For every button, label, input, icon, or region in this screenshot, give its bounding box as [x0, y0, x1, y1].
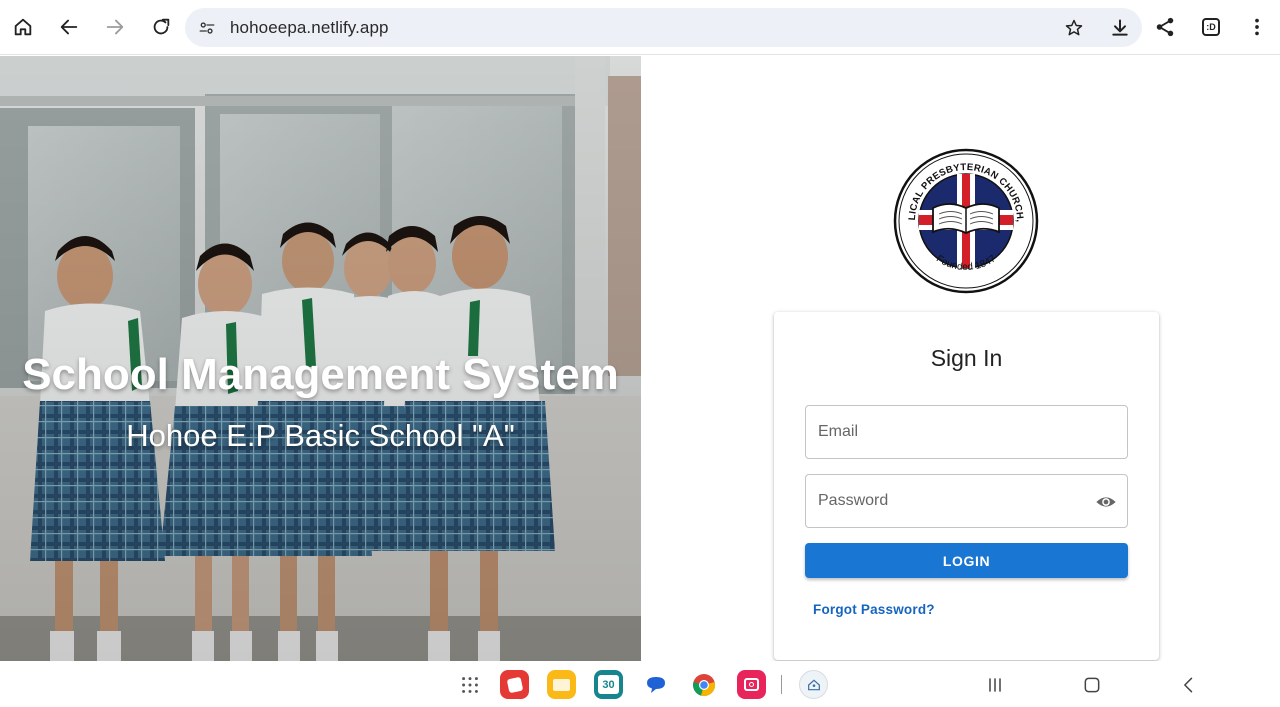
email-field[interactable] — [805, 405, 1128, 459]
back-nav-icon[interactable] — [1175, 671, 1203, 699]
password-input[interactable] — [818, 475, 1088, 527]
tab-switcher-icon[interactable]: :D — [1193, 9, 1229, 45]
hero-title: School Management System — [22, 350, 619, 399]
url-text[interactable]: hohoeepa.netlify.app — [230, 18, 389, 38]
messages-icon[interactable] — [641, 670, 670, 699]
password-field[interactable] — [805, 474, 1128, 528]
forgot-password-link[interactable]: Forgot Password? — [813, 602, 935, 617]
tab-count: :D — [1202, 18, 1220, 36]
dock-separator — [781, 675, 782, 694]
show-password-eye-icon[interactable] — [1093, 489, 1119, 515]
app-drawer-icon[interactable] — [455, 670, 484, 699]
forward-icon[interactable] — [97, 9, 133, 45]
calendar-day: 30 — [598, 675, 619, 694]
hero-subtitle: Hohoe E.P Basic School "A" — [126, 418, 515, 453]
recent-apps-icon[interactable] — [981, 671, 1009, 699]
signin-title: Sign In — [930, 345, 1003, 371]
more-menu-icon[interactable] — [1239, 9, 1275, 45]
school-app-icon[interactable] — [799, 670, 828, 699]
site-settings-icon[interactable] — [195, 16, 219, 40]
login-button[interactable]: LOGIN — [805, 543, 1128, 578]
calendar-icon[interactable]: 30 — [594, 670, 623, 699]
login-panel: EVANGELICAL PRESBYTERIAN CHURCH, GHANA F… — [641, 56, 1280, 661]
signin-card: Sign In LOGIN Forgot Password? — [774, 312, 1159, 660]
download-icon[interactable] — [1108, 16, 1132, 40]
reload-icon[interactable] — [143, 9, 179, 45]
share-icon[interactable] — [1147, 9, 1183, 45]
bookmark-star-icon[interactable] — [1062, 16, 1086, 40]
address-bar[interactable]: hohoeepa.netlify.app — [185, 8, 1142, 47]
back-icon[interactable] — [51, 9, 87, 45]
email-input[interactable] — [818, 406, 1088, 458]
chrome-icon[interactable] — [689, 670, 718, 699]
system-navigation-bar: 30 — [0, 661, 1280, 707]
church-logo: EVANGELICAL PRESBYTERIAN CHURCH, GHANA F… — [893, 148, 1039, 294]
home-icon[interactable] — [5, 9, 41, 45]
browser-toolbar: hohoeepa.netlify.app :D — [0, 0, 1280, 55]
red-app-icon[interactable] — [500, 670, 529, 699]
hero-section: School Management System Hohoe E.P Basic… — [0, 56, 641, 661]
camera-icon[interactable] — [737, 670, 766, 699]
my-files-folder-icon[interactable] — [547, 670, 576, 699]
home-nav-icon[interactable] — [1078, 671, 1106, 699]
